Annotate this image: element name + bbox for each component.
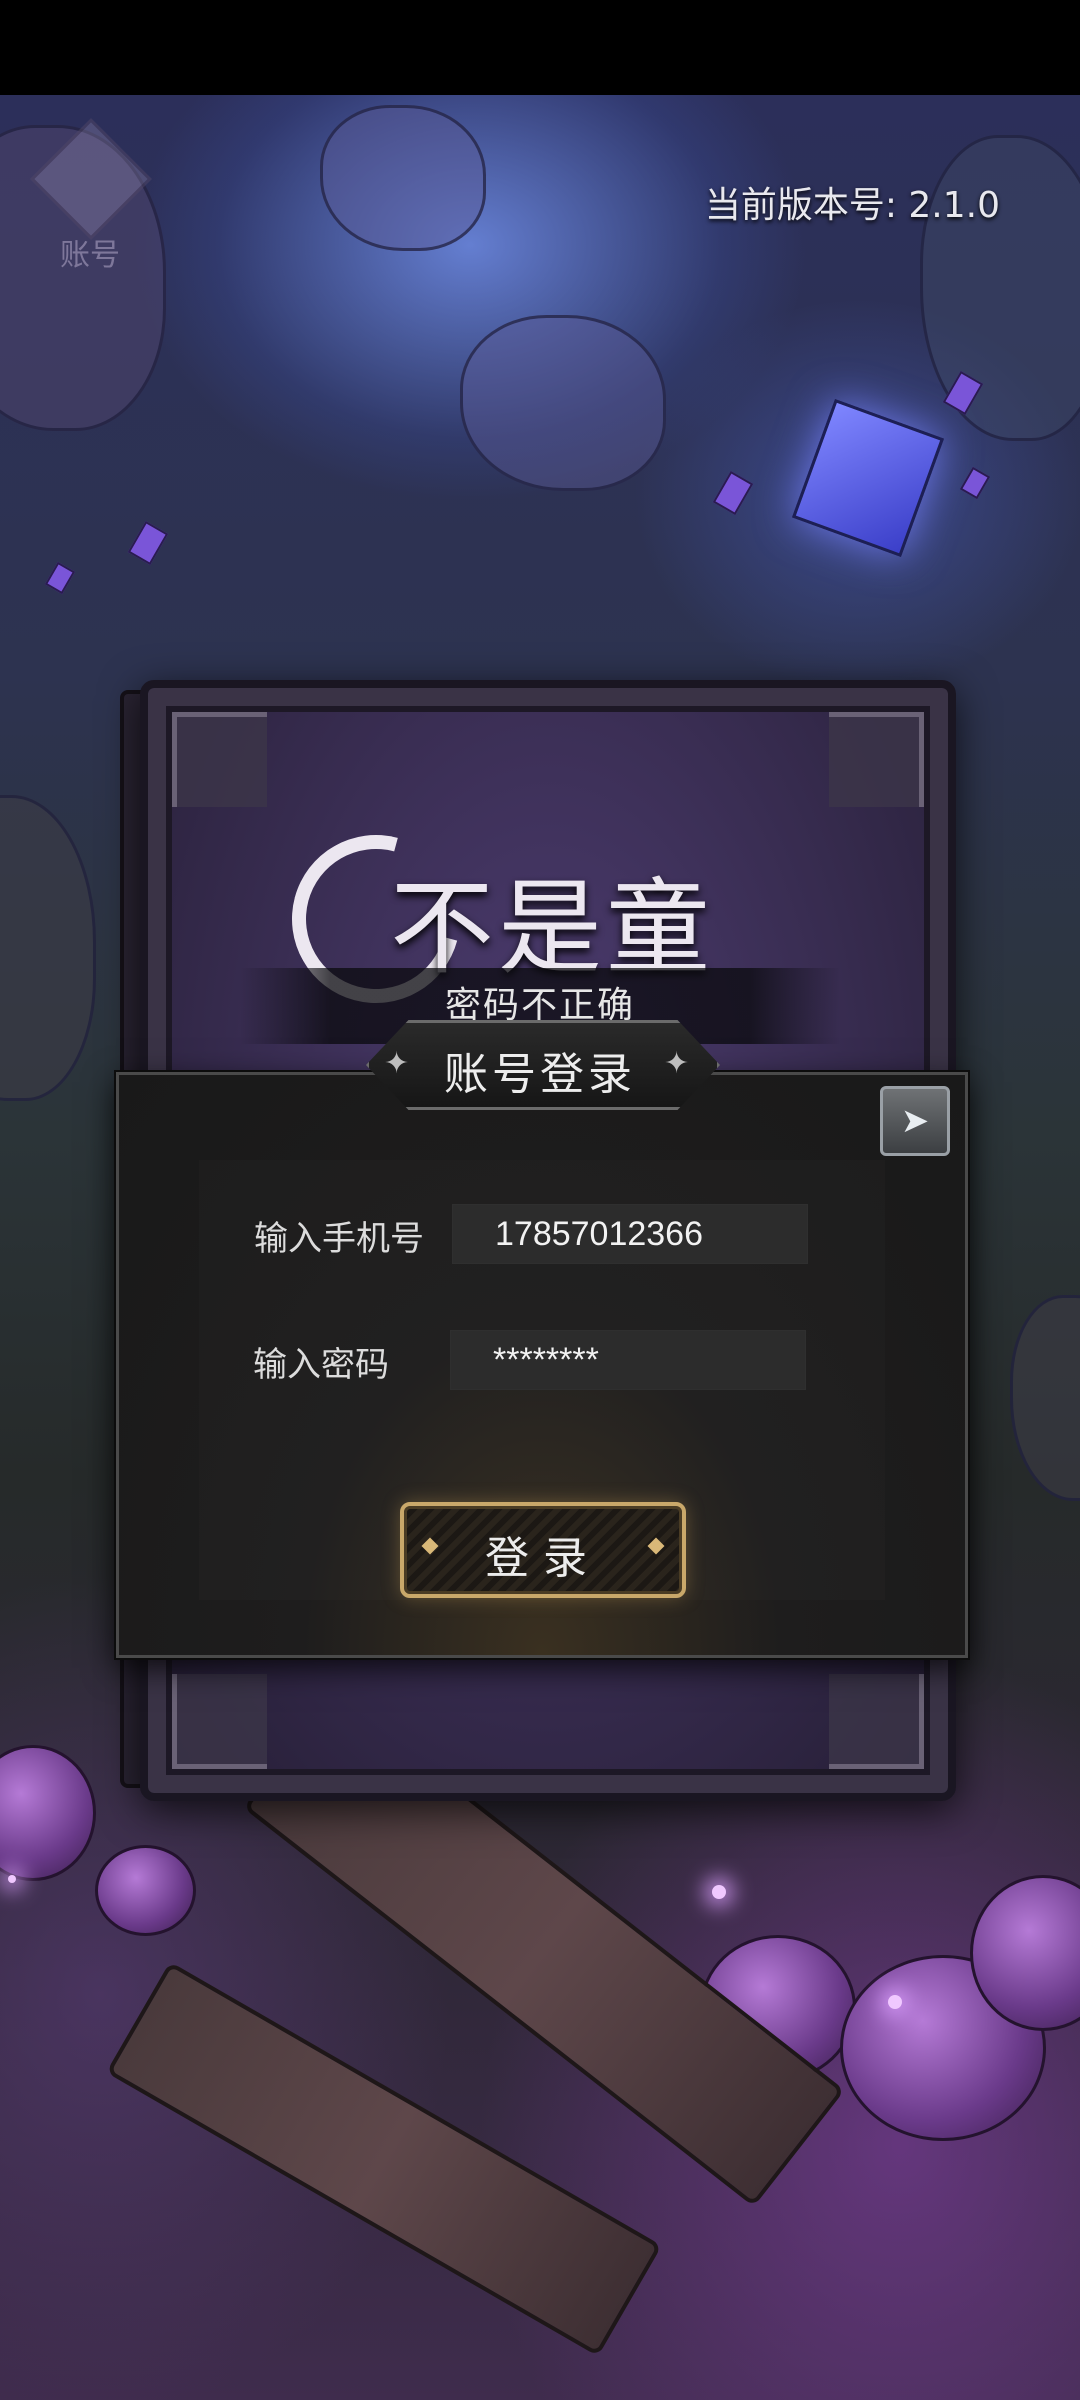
back-arrow-icon: ➤ <box>900 1101 930 1141</box>
status-bar <box>0 0 1080 95</box>
mushroom-cap <box>95 1845 196 1936</box>
close-button[interactable]: ➤ <box>880 1086 950 1156</box>
crystal-shard <box>712 470 754 516</box>
background-rock <box>1010 1295 1080 1501</box>
version-text: 当前版本号: 2.1.0 <box>704 185 1000 226</box>
crystal-shard <box>127 520 169 566</box>
glowing-crystal <box>791 398 945 558</box>
book-corner-ornament <box>172 712 267 807</box>
hooded-figure-icon <box>30 118 152 240</box>
background-rock <box>320 105 486 251</box>
account-button[interactable]: 账号 <box>30 118 152 273</box>
crystal-shard <box>959 466 991 500</box>
game-logo: 不是童话 <box>261 804 820 1140</box>
login-button-label: 登录 <box>485 1533 601 1584</box>
book-corner-ornament <box>829 1674 924 1769</box>
glow-spore <box>8 1875 16 1883</box>
panel-title: 账号登录 <box>444 1049 636 1100</box>
account-label: 账号 <box>60 238 120 273</box>
crystal-shard <box>44 561 76 595</box>
background-rock <box>0 795 96 1101</box>
password-input[interactable]: ******** <box>450 1330 806 1390</box>
book-corner-ornament <box>172 1674 267 1769</box>
book-corner-ornament <box>829 712 924 807</box>
password-label: 输入密码 <box>253 1345 389 1385</box>
glow-spore <box>712 1885 726 1899</box>
login-button[interactable]: 登录 <box>400 1502 686 1598</box>
mushroom-cap <box>0 1745 96 1881</box>
glow-spore <box>888 1995 902 2009</box>
phone-label: 输入手机号 <box>254 1219 424 1259</box>
background-rock <box>460 315 666 491</box>
phone-input[interactable]: 17857012366 <box>452 1204 808 1264</box>
